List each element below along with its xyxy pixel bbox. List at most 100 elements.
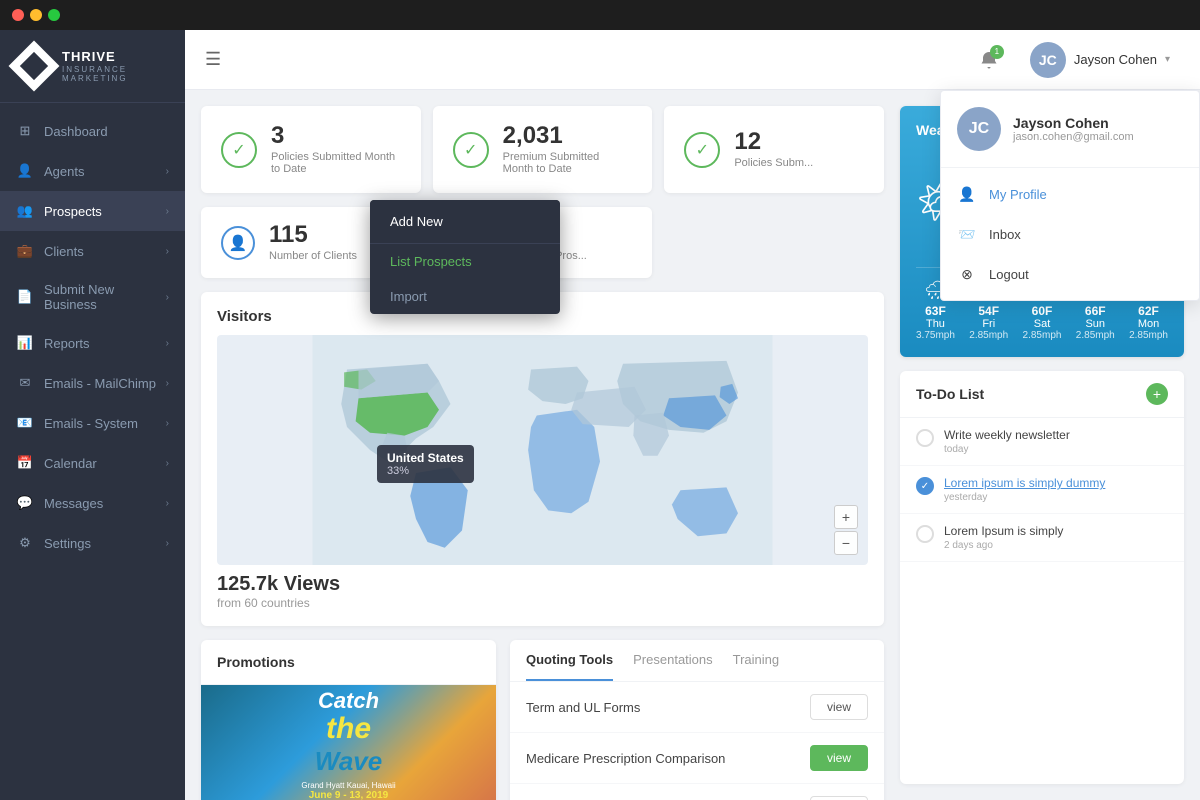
todo-date-0: today: [944, 444, 1070, 455]
hamburger-button[interactable]: ☰: [205, 49, 221, 70]
todo-add-button[interactable]: +: [1146, 383, 1168, 405]
sidebar-item-dashboard[interactable]: ⊞ Dashboard: [0, 111, 185, 151]
stat-policies-submitted-2: ✓ 12 Policies Subm...: [664, 106, 884, 193]
arrow-icon: ›: [166, 206, 169, 217]
user-dropdown-avatar: JC: [957, 107, 1001, 151]
tab-quoting-tools[interactable]: Quoting Tools: [526, 640, 613, 681]
user-menu-button[interactable]: JC Jayson Cohen ▾: [1020, 36, 1180, 84]
briefcase-icon: 💼: [16, 242, 34, 260]
logo-text: THRIVE: [62, 49, 169, 65]
maximize-dot[interactable]: [48, 9, 60, 21]
arrow-icon: ›: [166, 538, 169, 549]
map-container[interactable]: United States 33% + −: [217, 335, 868, 565]
todo-checkbox-0[interactable]: [916, 429, 934, 447]
dropdown-header: Add New: [370, 200, 560, 244]
stat-label: Premium Submitted Month to Date: [503, 151, 633, 175]
arrow-icon: ›: [166, 338, 169, 349]
sidebar-item-settings[interactable]: ⚙ Settings ›: [0, 523, 185, 563]
title-bar: [0, 0, 1200, 30]
user-dropdown-name: Jayson Cohen: [1013, 115, 1134, 131]
todo-header: To-Do List +: [900, 371, 1184, 418]
stat-premium-submitted: ✓ 2,031 Premium Submitted Month to Date: [433, 106, 653, 193]
notification-badge: 1: [990, 45, 1004, 59]
stat-number: 115: [269, 223, 357, 247]
tool-view-button-2[interactable]: view: [810, 796, 868, 800]
todo-checkbox-1[interactable]: ✓: [916, 477, 934, 495]
user-plus-icon: 👥: [16, 202, 34, 220]
arrow-icon: ›: [166, 292, 169, 303]
sidebar-nav: ⊞ Dashboard 👤 Agents › 👥 Prospects › 💼 C…: [0, 103, 185, 800]
people-icon: 👤: [16, 162, 34, 180]
sidebar: THRIVE INSURANCE MARKETING ⊞ Dashboard 👤…: [0, 30, 185, 800]
dropdown-item-logout[interactable]: ⊗ Logout: [941, 254, 1199, 294]
tool-name: Medicare Prescription Comparison: [526, 751, 810, 766]
sidebar-item-emails-mailchimp[interactable]: ✉ Emails - MailChimp ›: [0, 363, 185, 403]
close-circle-icon: ⊗: [957, 264, 977, 284]
todo-title: To-Do List: [916, 386, 984, 402]
bottom-row: Promotions Catch the Wave Grand Hyatt Ka…: [201, 640, 884, 800]
settings-icon: ⚙: [16, 534, 34, 552]
tool-view-button-0[interactable]: view: [810, 694, 868, 720]
sidebar-item-messages[interactable]: 💬 Messages ›: [0, 483, 185, 523]
mail-icon: ✉: [16, 374, 34, 392]
arrow-icon: ›: [166, 498, 169, 509]
map-sub: from 60 countries: [217, 596, 868, 610]
sidebar-item-reports[interactable]: 📊 Reports ›: [0, 323, 185, 363]
user-dropdown: JC Jayson Cohen jason.cohen@gmail.com 👤 …: [940, 90, 1200, 301]
map-views: 125.7k Views: [217, 573, 868, 596]
logo-icon: [9, 41, 60, 92]
tab-training[interactable]: Training: [733, 640, 779, 681]
stat-number: 3: [271, 124, 401, 148]
tool-view-button-1[interactable]: view: [810, 745, 868, 771]
check-icon: ✓: [684, 132, 720, 168]
chevron-down-icon: ▾: [1165, 54, 1170, 65]
stat-policies-submitted: ✓ 3 Policies Submitted Month to Date: [201, 106, 421, 193]
world-map-svg: [217, 335, 868, 565]
stat-label: Number of Clients: [269, 250, 357, 262]
user-dropdown-header: JC Jayson Cohen jason.cohen@gmail.com: [941, 91, 1199, 168]
todo-item-2: Lorem Ipsum is simply 2 days ago: [900, 514, 1184, 562]
dropdown-list-prospects[interactable]: List Prospects: [370, 244, 560, 279]
top-header: ☰ 1 JC Jayson Cohen ▾: [185, 30, 1200, 90]
todo-text-0: Write weekly newsletter: [944, 428, 1070, 442]
dropdown-import[interactable]: Import: [370, 279, 560, 314]
todo-item-1: ✓ Lorem ipsum is simply dummy yesterday: [900, 466, 1184, 514]
sidebar-item-submit-business[interactable]: 📄 Submit New Business ›: [0, 271, 185, 323]
zoom-in-button[interactable]: +: [834, 505, 858, 529]
sidebar-item-agents[interactable]: 👤 Agents ›: [0, 151, 185, 191]
todo-date-2: 2 days ago: [944, 540, 1063, 551]
main-content: ☰ 1 JC Jayson Cohen ▾: [185, 30, 1200, 800]
message-icon: 💬: [16, 494, 34, 512]
header-right: 1 JC Jayson Cohen ▾: [972, 36, 1180, 84]
sidebar-item-prospects[interactable]: 👥 Prospects ›: [0, 191, 185, 231]
map-controls: + −: [834, 505, 858, 555]
zoom-out-button[interactable]: −: [834, 531, 858, 555]
stat-number: 2,031: [503, 124, 633, 148]
sidebar-item-calendar[interactable]: 📅 Calendar ›: [0, 443, 185, 483]
dropdown-item-profile[interactable]: 👤 My Profile: [941, 174, 1199, 214]
logo-sub: INSURANCE MARKETING: [62, 65, 169, 83]
promo-overlay: Catch the Wave Grand Hyatt Kauai, Hawaii…: [279, 685, 419, 800]
promotions-title: Promotions: [201, 640, 496, 685]
mail-system-icon: 📧: [16, 414, 34, 432]
logo-diamond-inner: [20, 52, 48, 80]
calendar-icon: 📅: [16, 454, 34, 472]
todo-text-1[interactable]: Lorem ipsum is simply dummy: [944, 476, 1105, 490]
person-icon: 👤: [957, 184, 977, 204]
stats-row-1: ✓ 3 Policies Submitted Month to Date ✓ 2…: [201, 106, 884, 193]
dropdown-item-inbox[interactable]: 📨 Inbox: [941, 214, 1199, 254]
sidebar-item-emails-system[interactable]: 📧 Emails - System ›: [0, 403, 185, 443]
map-section: Visitors: [201, 292, 884, 626]
arrow-icon: ›: [166, 458, 169, 469]
sidebar-item-clients[interactable]: 💼 Clients ›: [0, 231, 185, 271]
promo-image: Catch the Wave Grand Hyatt Kauai, Hawaii…: [201, 685, 496, 800]
check-icon: ✓: [221, 132, 257, 168]
tool-name: Term and UL Forms: [526, 700, 810, 715]
sidebar-logo: THRIVE INSURANCE MARKETING: [0, 30, 185, 103]
todo-checkbox-2[interactable]: [916, 525, 934, 543]
close-dot[interactable]: [12, 9, 24, 21]
notification-button[interactable]: 1: [972, 43, 1006, 77]
minimize-dot[interactable]: [30, 9, 42, 21]
stat-label: Policies Subm...: [734, 157, 813, 169]
tab-presentations[interactable]: Presentations: [633, 640, 713, 681]
